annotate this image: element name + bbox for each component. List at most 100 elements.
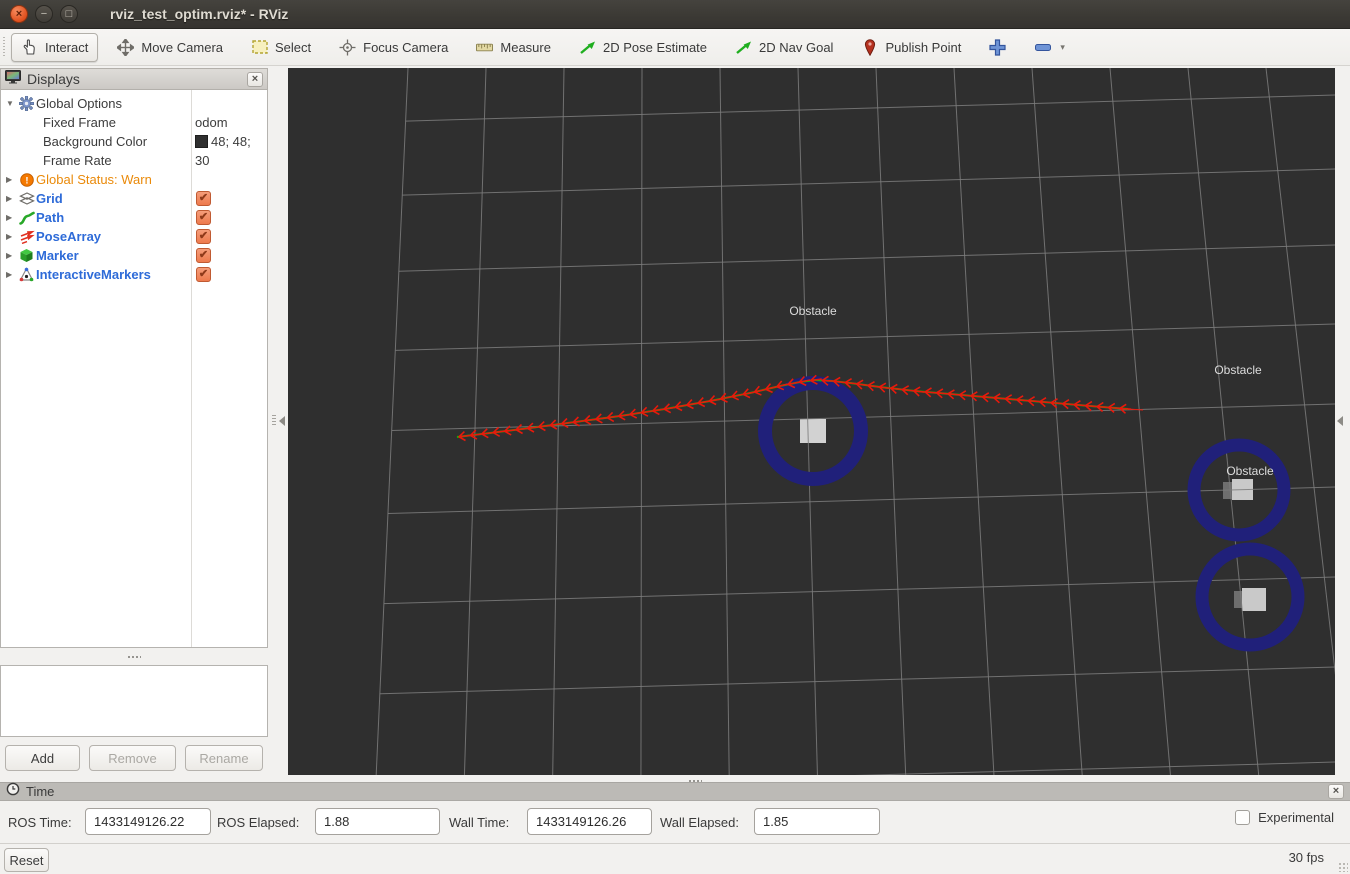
expander-right-icon[interactable]: ▶ bbox=[6, 194, 17, 203]
time-field-label: Wall Elapsed: bbox=[660, 815, 739, 830]
right-collapse-arrow-icon[interactable] bbox=[1337, 416, 1343, 426]
minus-icon bbox=[1034, 39, 1051, 56]
ros-elapsed-input[interactable] bbox=[315, 808, 440, 835]
displays-panel-header: Displays × bbox=[0, 68, 268, 90]
property-value[interactable]: 48; 48; bbox=[195, 134, 251, 149]
tool-2d-pose-estimate[interactable]: 2D Pose Estimate bbox=[570, 34, 716, 61]
tree-label: Global Options bbox=[36, 96, 122, 111]
time-field-label: Wall Time: bbox=[449, 815, 510, 830]
tree-row-grid[interactable]: ▶ Grid ✔ bbox=[1, 189, 267, 208]
time-close-button[interactable]: × bbox=[1328, 784, 1344, 799]
window-close-button[interactable]: × bbox=[10, 5, 28, 23]
obstacle-label: Obstacle bbox=[1214, 363, 1262, 377]
clock-icon bbox=[6, 782, 20, 801]
time-field-label: ROS Time: bbox=[8, 815, 72, 830]
tree-label: Path bbox=[36, 210, 65, 225]
enabled-checkbox[interactable]: ✔ bbox=[196, 267, 211, 282]
grid-line bbox=[463, 68, 487, 775]
marker-icon bbox=[17, 248, 36, 263]
window-resize-grip[interactable] bbox=[1338, 862, 1348, 872]
tool-label: Measure bbox=[500, 39, 551, 55]
green-arrow-icon bbox=[735, 39, 752, 56]
time-field-label: ROS Elapsed: bbox=[217, 815, 300, 830]
tool-label: 2D Nav Goal bbox=[759, 39, 834, 55]
experimental-checkbox-row: Experimental bbox=[1235, 810, 1334, 825]
expander-right-icon[interactable]: ▶ bbox=[6, 251, 17, 260]
expander-right-icon[interactable]: ▶ bbox=[6, 270, 17, 279]
monitor-icon bbox=[5, 69, 21, 89]
property-value[interactable]: 30 bbox=[195, 153, 209, 168]
expander-right-icon[interactable]: ▶ bbox=[6, 213, 17, 222]
grid-line bbox=[854, 761, 1335, 775]
render-viewport[interactable]: Obstacle Obstacle Obstacle bbox=[288, 68, 1335, 775]
tool-focus-camera[interactable]: Focus Camera bbox=[330, 34, 457, 61]
tree-splitter-handle[interactable] bbox=[0, 648, 268, 665]
enabled-checkbox[interactable]: ✔ bbox=[196, 191, 211, 206]
enabled-checkbox[interactable]: ✔ bbox=[196, 248, 211, 263]
path-icon bbox=[17, 211, 36, 225]
grid-line bbox=[405, 94, 1335, 122]
enabled-checkbox[interactable]: ✔ bbox=[196, 229, 211, 244]
tool-move-camera[interactable]: Move Camera bbox=[108, 34, 232, 61]
tool-2d-nav-goal[interactable]: 2D Nav Goal bbox=[726, 34, 842, 61]
expander-right-icon[interactable]: ▶ bbox=[6, 232, 17, 241]
tree-row-posearray[interactable]: ▶ PoseArray ✔ bbox=[1, 227, 267, 246]
toolbar-drag-handle-icon[interactable] bbox=[2, 37, 8, 57]
pin-icon bbox=[861, 38, 878, 56]
tree-label: PoseArray bbox=[36, 229, 102, 244]
select-box-icon bbox=[251, 39, 268, 56]
window-maximize-button[interactable]: □ bbox=[60, 5, 78, 23]
ruler-icon bbox=[476, 39, 494, 56]
displays-close-button[interactable]: × bbox=[247, 71, 263, 87]
grid-line bbox=[398, 244, 1335, 272]
svg-text:!: ! bbox=[25, 175, 28, 186]
left-splitter-dots-icon[interactable] bbox=[272, 415, 276, 427]
tree-row-interactivemarkers[interactable]: ▶ InteractiveMarkers ✔ bbox=[1, 265, 267, 284]
grid-line bbox=[375, 68, 409, 775]
enabled-checkbox[interactable]: ✔ bbox=[196, 210, 211, 225]
tree-row-global-status-warn[interactable]: ▶! Global Status: Warn bbox=[1, 170, 267, 189]
warn-icon: ! bbox=[17, 172, 36, 187]
tool-interact[interactable]: Interact bbox=[11, 32, 99, 62]
property-label: Fixed Frame bbox=[43, 115, 116, 130]
wall-time-input[interactable] bbox=[527, 808, 652, 835]
tool-select[interactable]: Select bbox=[242, 34, 320, 61]
tree-row-marker[interactable]: ▶ Marker ✔ bbox=[1, 246, 267, 265]
tree-row-path[interactable]: ▶ Path ✔ bbox=[1, 208, 267, 227]
ros-time-input[interactable] bbox=[85, 808, 211, 835]
reset-button[interactable]: Reset bbox=[4, 848, 49, 872]
grid-icon bbox=[17, 192, 36, 205]
main-area: Displays × ▼ Global Options Fixed Frame odo… bbox=[0, 66, 1350, 779]
time-separator bbox=[0, 843, 1350, 844]
tree-label: InteractiveMarkers bbox=[36, 267, 151, 282]
property-label: Background Color bbox=[43, 134, 148, 149]
experimental-checkbox[interactable] bbox=[1235, 810, 1251, 825]
window-minimize-button[interactable]: − bbox=[35, 5, 53, 23]
property-value[interactable]: odom bbox=[195, 115, 228, 130]
chevron-down-icon[interactable]: ▾ bbox=[1060, 42, 1065, 53]
tree-label: Grid bbox=[36, 191, 63, 206]
expander-right-icon[interactable]: ▶ bbox=[6, 175, 17, 184]
tree-row-background-color[interactable]: Background Color 48; 48; bbox=[1, 132, 267, 151]
tool-measure[interactable]: Measure bbox=[467, 34, 560, 61]
focus-icon bbox=[339, 39, 356, 56]
toolbar: Interact Move Camera Select Focus Camera Mea… bbox=[0, 29, 1350, 66]
rename-button[interactable]: Rename bbox=[185, 745, 263, 771]
tree-row-fixed-frame[interactable]: Fixed Frame odom bbox=[1, 113, 267, 132]
grid-line bbox=[379, 666, 1335, 695]
add-button[interactable]: Add bbox=[5, 745, 80, 771]
marker-square bbox=[1242, 588, 1266, 611]
plus-icon bbox=[989, 38, 1006, 56]
tree-row-frame-rate[interactable]: Frame Rate 30 bbox=[1, 151, 267, 170]
tool-add-tool[interactable] bbox=[980, 34, 1015, 61]
tool-remove-tool[interactable]: ▾ bbox=[1025, 34, 1074, 61]
expander-down-icon[interactable]: ▼ bbox=[6, 99, 17, 108]
wall-elapsed-input[interactable] bbox=[754, 808, 880, 835]
fps-readout: 30 fps bbox=[1288, 850, 1324, 865]
remove-button[interactable]: Remove bbox=[89, 745, 176, 771]
left-collapse-arrow-icon[interactable] bbox=[279, 416, 285, 426]
interactivemarkers-icon bbox=[17, 267, 36, 282]
tool-publish-point[interactable]: Publish Point bbox=[852, 34, 970, 61]
grid-line bbox=[395, 323, 1335, 351]
tree-row-global-options[interactable]: ▼ Global Options bbox=[1, 94, 267, 113]
